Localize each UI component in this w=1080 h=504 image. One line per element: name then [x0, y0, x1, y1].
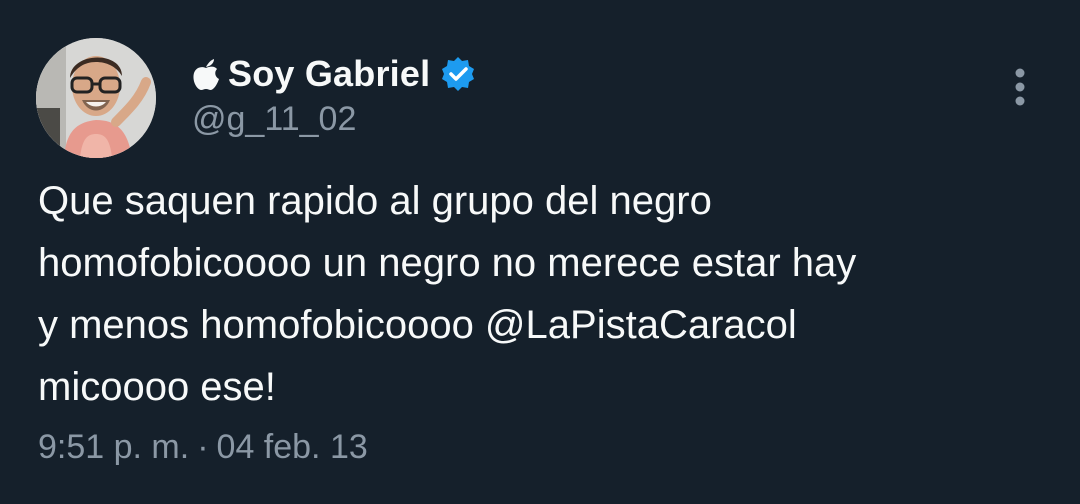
more-options-button[interactable] — [1000, 62, 1040, 112]
tweet-text: Que saquen rapido al grupo del negro hom… — [38, 179, 857, 409]
tweet-date[interactable]: 04 feb. 13 — [217, 428, 368, 466]
author-display-name[interactable]: Soy Gabriel — [228, 53, 430, 95]
author-handle[interactable]: @g_11_02 — [192, 100, 356, 139]
verified-badge-icon[interactable] — [440, 56, 476, 92]
apple-icon — [192, 57, 220, 91]
avatar-photo — [36, 38, 156, 158]
more-vertical-icon — [1015, 68, 1025, 106]
tweet-timestamp[interactable]: 9:51 p. m. · 04 feb. 13 — [38, 428, 368, 467]
author-name-row: Soy Gabriel — [192, 50, 476, 98]
author-avatar[interactable] — [36, 38, 156, 158]
meta-separator: · — [197, 428, 209, 466]
tweet-time[interactable]: 9:51 p. m. — [38, 428, 189, 466]
